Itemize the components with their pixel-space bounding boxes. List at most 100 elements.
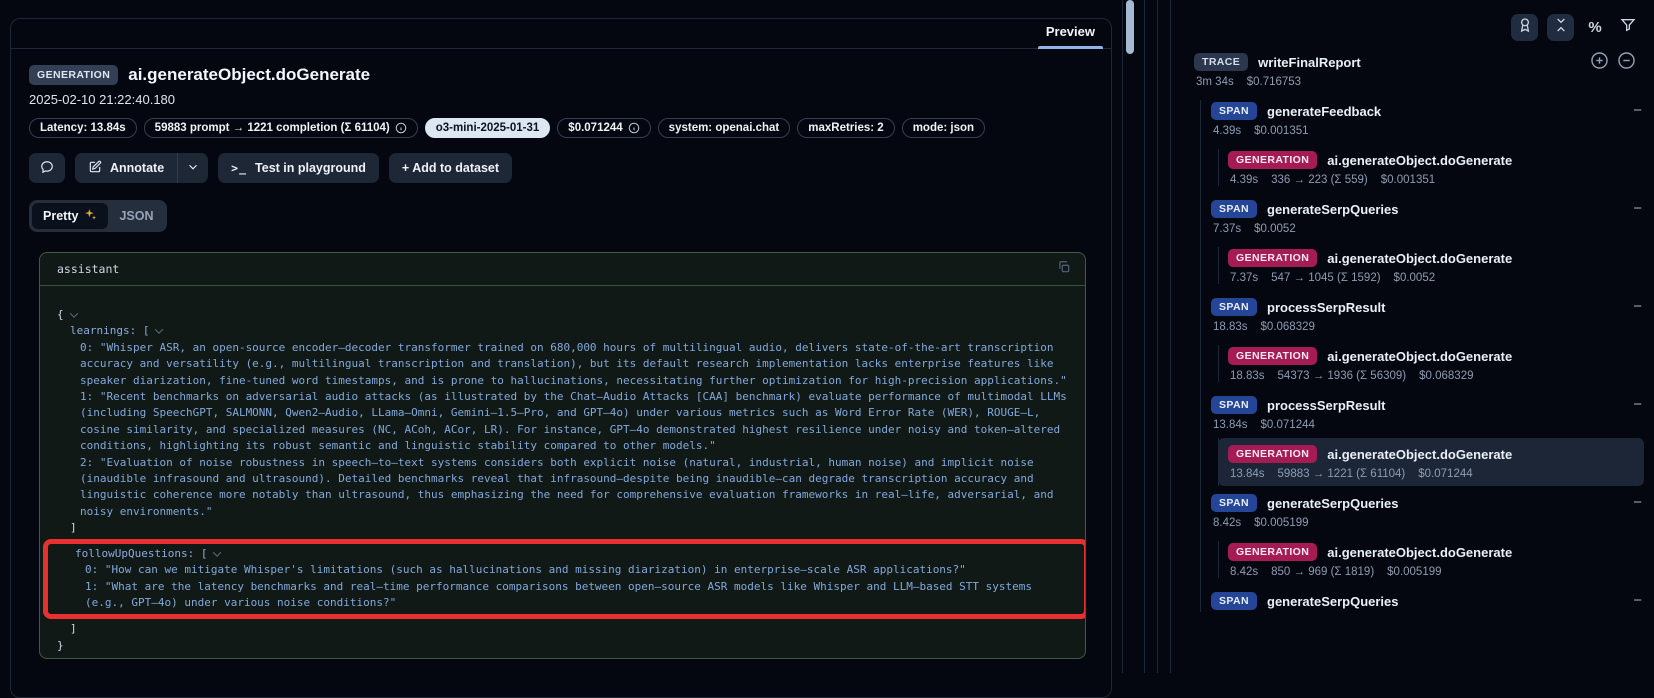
json-learning-item: 1: "Recent benchmarks on adversarial aud… <box>57 389 1069 455</box>
generation-row[interactable]: GENERATION ai.generateObject.doGenerate … <box>1228 149 1644 186</box>
add-to-dataset-label: + Add to dataset <box>402 161 499 175</box>
span-row[interactable]: SPAN generateFeedback − 4.39s$0.001351 <box>1211 100 1644 137</box>
json-learnings-key: learnings: [ <box>57 323 1069 339</box>
percent-icon: % <box>1588 19 1601 36</box>
collapse-node-icon[interactable]: − <box>1633 394 1642 416</box>
observation-timestamp: 2025-02-10 21:22:40.180 <box>29 92 1085 107</box>
json-learning-item: 0: "Whisper ASR, an open-source encoder–… <box>57 340 1069 389</box>
span-row[interactable]: SPAN processSerpResult − 13.84s$0.071244 <box>1211 394 1644 431</box>
mode-pill: mode: json <box>902 118 985 138</box>
span-badge: SPAN <box>1211 298 1257 316</box>
cost: $0.716753 <box>1247 76 1301 88</box>
toggle-pretty[interactable]: Pretty <box>32 203 108 229</box>
json-learning-item: 2: "Evaluation of noise robustness in sp… <box>57 455 1069 521</box>
message-role-label: assistant <box>57 262 119 276</box>
span-badge: SPAN <box>1211 102 1257 120</box>
max-retries-pill: maxRetries: 2 <box>797 118 894 138</box>
observation-type-badge: GENERATION <box>29 65 118 85</box>
json-followup-key: followUpQuestions: [ <box>62 546 1070 562</box>
generation-badge: GENERATION <box>1228 543 1317 561</box>
collapse-node-icon[interactable]: − <box>1633 100 1642 122</box>
annotate-dropdown-button[interactable] <box>178 153 208 183</box>
test-in-playground-button[interactable]: >_ Test in playground <box>218 153 379 183</box>
json-close-bracket: ] <box>57 520 1069 536</box>
info-icon[interactable] <box>395 122 407 134</box>
tree-guide-line <box>1157 0 1158 673</box>
generation-badge: GENERATION <box>1228 249 1317 267</box>
playground-label: Test in playground <box>255 161 366 175</box>
followup-questions-highlight-box: followUpQuestions: [ 0: "How can we miti… <box>43 539 1086 620</box>
span-badge: SPAN <box>1211 396 1257 414</box>
chevron-down-icon[interactable] <box>155 326 163 334</box>
collapse-node-icon[interactable]: − <box>1633 198 1642 220</box>
award-icon <box>1517 17 1533 38</box>
toggle-json[interactable]: JSON <box>108 203 164 229</box>
add-to-dataset-button[interactable]: + Add to dataset <box>389 153 512 183</box>
system-pill: system: openai.chat <box>658 118 791 138</box>
filter-button[interactable] <box>1616 16 1640 40</box>
span-badge: SPAN <box>1211 592 1257 610</box>
preview-tabbar: Preview <box>11 19 1111 49</box>
trace-tree-panel: % TRACE writeFinalReport 3m 34s$0.716753… <box>1122 0 1654 673</box>
show-percentages-button[interactable]: % <box>1583 16 1607 40</box>
cost-pill: $0.071244 <box>557 118 650 138</box>
trace-tree: TRACE writeFinalReport 3m 34s$0.716753 S… <box>1194 51 1644 624</box>
comment-icon <box>40 160 54 177</box>
generation-row-selected[interactable]: GENERATION ai.generateObject.doGenerate … <box>1218 438 1644 486</box>
tab-preview-label: Preview <box>1046 24 1095 39</box>
tab-preview[interactable]: Preview <box>1032 19 1109 48</box>
json-close-brace: } <box>57 638 1069 654</box>
annotate-split-button: Annotate <box>75 153 208 183</box>
annotate-button[interactable]: Annotate <box>75 153 178 183</box>
page-title: ai.generateObject.doGenerate <box>128 65 370 85</box>
json-followup-item: 1: "What are the latency benchmarks and … <box>62 579 1070 612</box>
span-row[interactable]: SPAN generateSerpQueries − <box>1211 590 1644 612</box>
terminal-prompt-icon: >_ <box>231 161 247 175</box>
json-pretty-view: { learnings: [ 0: "Whisper ASR, an open-… <box>40 286 1085 659</box>
funnel-icon <box>1620 17 1636 38</box>
comment-button[interactable] <box>29 153 65 183</box>
tree-guide-line <box>1170 0 1171 673</box>
generation-badge: GENERATION <box>1228 151 1317 169</box>
duration: 3m 34s <box>1196 76 1234 88</box>
span-row[interactable]: SPAN generateSerpQueries − 7.37s$0.0052 <box>1211 198 1644 235</box>
assistant-message-block: assistant { learnings: [ 0: "Whisper ASR… <box>39 252 1086 659</box>
model-pill[interactable]: o3-mini-2025-01-31 <box>425 118 551 138</box>
collapse-vertical-icon <box>1553 17 1569 38</box>
collapse-node-icon[interactable]: − <box>1633 590 1642 612</box>
generation-row[interactable]: GENERATION ai.generateObject.doGenerate … <box>1228 247 1644 284</box>
span-row[interactable]: SPAN processSerpResult − 18.83s$0.068329 <box>1211 296 1644 333</box>
scrollbar-thumb[interactable] <box>1126 0 1134 54</box>
collapse-node-icon[interactable]: − <box>1633 492 1642 514</box>
info-icon[interactable] <box>628 122 640 134</box>
span-row[interactable]: SPAN generateSerpQueries − 8.42s$0.00519… <box>1211 492 1644 529</box>
generation-badge: GENERATION <box>1228 445 1317 463</box>
tree-guide-line <box>1144 0 1145 673</box>
collapse-all-button[interactable] <box>1547 14 1574 41</box>
copy-icon[interactable] <box>1057 260 1071 279</box>
chevron-down-icon <box>186 160 200 177</box>
json-followup-item: 0: "How can we mitigate Whisper's limita… <box>62 562 1070 578</box>
pen-square-icon <box>88 160 102 177</box>
chevron-down-icon[interactable] <box>69 309 77 317</box>
trace-badge: TRACE <box>1194 53 1248 71</box>
chevron-down-icon[interactable] <box>213 548 221 556</box>
annotations-toggle-button[interactable] <box>1511 14 1538 41</box>
sparkles-icon <box>84 208 97 224</box>
generation-badge: GENERATION <box>1228 347 1317 365</box>
json-close-bracket: ] <box>57 621 1069 637</box>
generation-row[interactable]: GENERATION ai.generateObject.doGenerate … <box>1228 345 1644 382</box>
view-mode-toggle: Pretty JSON <box>29 200 167 232</box>
metadata-pills: Latency: 13.84s 59883 prompt → 1221 comp… <box>29 118 1085 138</box>
trace-root-row[interactable]: TRACE writeFinalReport 3m 34s$0.716753 <box>1194 51 1644 88</box>
annotate-label: Annotate <box>110 161 164 175</box>
observation-detail-panel: Preview GENERATION ai.generateObject.doG… <box>10 18 1112 698</box>
token-usage-pill: 59883 prompt → 1221 completion (Σ 61104) <box>144 118 418 138</box>
json-open-brace: { <box>57 307 1069 323</box>
tab-active-underline <box>1038 46 1103 49</box>
span-badge: SPAN <box>1211 200 1257 218</box>
span-badge: SPAN <box>1211 494 1257 512</box>
latency-pill: Latency: 13.84s <box>29 118 137 138</box>
generation-row[interactable]: GENERATION ai.generateObject.doGenerate … <box>1228 541 1644 578</box>
collapse-node-icon[interactable]: − <box>1633 296 1642 318</box>
